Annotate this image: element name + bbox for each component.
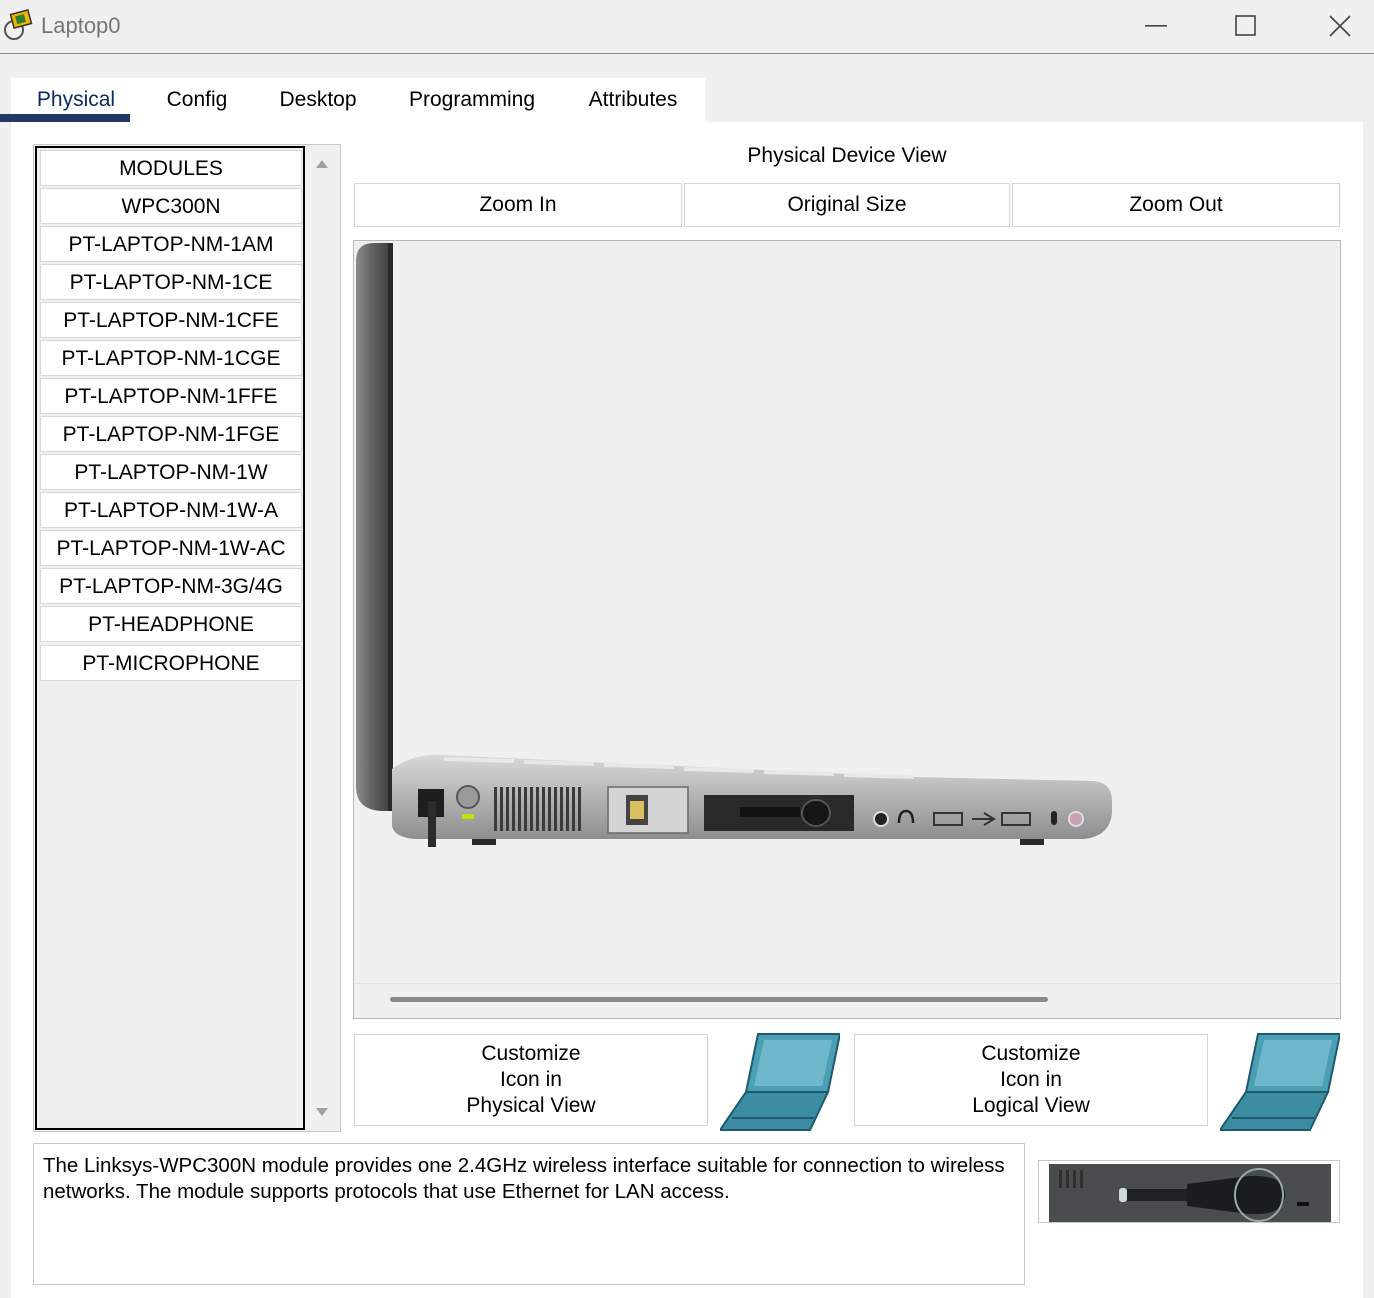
module-item-1w[interactable]: PT-LAPTOP-NM-1W	[40, 454, 302, 490]
module-list[interactable]: MODULES WPC300N PT-LAPTOP-NM-1AM PT-LAPT…	[35, 146, 305, 1130]
device-view-hscroll-track[interactable]	[354, 983, 1340, 984]
module-description: The Linksys-WPC300N module provides one …	[33, 1143, 1025, 1285]
module-item-1w-ac[interactable]: PT-LAPTOP-NM-1W-AC	[40, 530, 302, 566]
scroll-up-icon[interactable]	[316, 160, 328, 168]
tab-attributes[interactable]: Attributes	[561, 78, 705, 122]
tab-desktop[interactable]: Desktop	[253, 78, 383, 122]
customize-logical-line3: Logical View	[972, 1094, 1090, 1117]
customize-logical-line2: Icon in	[1000, 1068, 1062, 1091]
title-bar: Laptop0	[0, 0, 1374, 54]
module-item-1cfe[interactable]: PT-LAPTOP-NM-1CFE	[40, 302, 302, 338]
device-view-hscroll-thumb[interactable]	[390, 997, 1048, 1002]
customize-physical-line3: Physical View	[466, 1094, 596, 1117]
module-item-1am[interactable]: PT-LAPTOP-NM-1AM	[40, 226, 302, 262]
device-view-canvas[interactable]	[353, 240, 1341, 1019]
window-title: Laptop0	[41, 13, 121, 38]
module-preview	[1038, 1160, 1340, 1223]
laptop-logical-icon	[1220, 1033, 1340, 1131]
laptop-physical-icon	[720, 1033, 840, 1131]
tab-programming[interactable]: Programming	[383, 78, 561, 122]
module-item-microphone[interactable]: PT-MICROPHONE	[40, 645, 302, 681]
zoom-out-button[interactable]: Zoom Out	[1012, 183, 1340, 227]
physical-device-view-title: Physical Device View	[747, 144, 947, 167]
maximize-icon	[1235, 15, 1256, 36]
module-item-1cge[interactable]: PT-LAPTOP-NM-1CGE	[40, 340, 302, 376]
minimize-icon	[1145, 25, 1167, 27]
active-tab-indicator	[0, 114, 130, 122]
customize-logical-icon-button[interactable]: Customize Icon in Logical View	[854, 1034, 1208, 1126]
customize-logical-line1: Customize	[981, 1042, 1081, 1065]
customize-physical-line1: Customize	[481, 1042, 581, 1065]
original-size-button[interactable]: Original Size	[684, 183, 1010, 227]
wpc300n-module-image	[1049, 1164, 1331, 1222]
module-item-1w-a[interactable]: PT-LAPTOP-NM-1W-A	[40, 492, 302, 528]
customize-physical-icon-button[interactable]: Customize Icon in Physical View	[354, 1034, 708, 1126]
tab-config[interactable]: Config	[141, 78, 253, 122]
maximize-button[interactable]	[1200, 0, 1292, 52]
scroll-down-icon[interactable]	[316, 1108, 328, 1116]
minimize-button[interactable]	[1110, 0, 1202, 52]
packet-tracer-app-icon	[4, 8, 33, 40]
close-icon	[1329, 15, 1351, 37]
module-item-headphone[interactable]: PT-HEADPHONE	[40, 606, 302, 642]
zoom-in-button[interactable]: Zoom In	[354, 183, 682, 227]
module-item-wpc300n[interactable]: WPC300N	[40, 188, 302, 224]
module-item-1ffe[interactable]: PT-LAPTOP-NM-1FFE	[40, 378, 302, 414]
module-item-3g4g[interactable]: PT-LAPTOP-NM-3G/4G	[40, 568, 302, 604]
module-list-scrollbar[interactable]	[306, 146, 340, 1130]
module-header: MODULES	[40, 150, 302, 186]
module-item-1fge[interactable]: PT-LAPTOP-NM-1FGE	[40, 416, 302, 452]
module-item-1ce[interactable]: PT-LAPTOP-NM-1CE	[40, 264, 302, 300]
close-button[interactable]	[1294, 0, 1374, 52]
customize-physical-line2: Icon in	[500, 1068, 562, 1091]
laptop-side-image	[356, 243, 1112, 847]
